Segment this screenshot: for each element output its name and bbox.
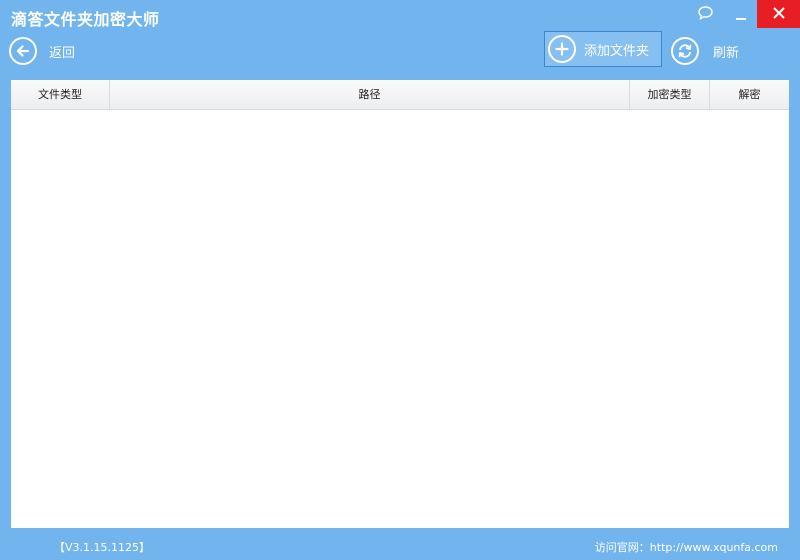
status-bar: 【V3.1.15.1125】 访问官网：http://www.xqunfa.co… (0, 530, 800, 560)
back-label: 返回 (49, 45, 76, 61)
app-title: 滴答文件夹加密大师 (11, 10, 160, 29)
table-body[interactable] (11, 110, 789, 528)
column-header-file-type[interactable]: 文件类型 (11, 80, 110, 109)
back-button[interactable]: 返回 (9, 35, 75, 67)
minimize-button[interactable] (724, 0, 758, 30)
column-header-path[interactable]: 路径 (110, 80, 630, 109)
table-header: 文件类型 路径 加密类型 解密 (11, 80, 789, 110)
plus-circle-icon (548, 35, 576, 63)
app-window: 滴答文件夹加密大师 返回 添加文件夹 刷新 文件类型 路径 加密类型 解密 【V… (0, 0, 800, 560)
column-header-decrypt[interactable]: 解密 (710, 80, 789, 109)
title-bar[interactable]: 滴答文件夹加密大师 (0, 0, 800, 32)
close-button[interactable] (757, 0, 800, 28)
minimize-icon (734, 6, 748, 25)
version-label: 【V3.1.15.1125】 (54, 541, 151, 554)
column-header-encryption-type[interactable]: 加密类型 (630, 80, 710, 109)
refresh-circle-icon (671, 37, 699, 65)
refresh-button[interactable]: 刷新 (671, 35, 739, 67)
website-link[interactable]: 访问官网：http://www.xqunfa.com (595, 539, 778, 555)
chat-bubble-icon (697, 5, 714, 25)
folder-list-panel: 文件类型 路径 加密类型 解密 (11, 80, 789, 528)
add-folder-label: 添加文件夹 (584, 43, 650, 59)
refresh-label: 刷新 (713, 45, 740, 61)
close-icon (772, 5, 786, 24)
add-folder-button[interactable]: 添加文件夹 (544, 31, 662, 67)
arrow-left-circle-icon (9, 37, 37, 65)
feedback-button[interactable] (688, 0, 722, 30)
